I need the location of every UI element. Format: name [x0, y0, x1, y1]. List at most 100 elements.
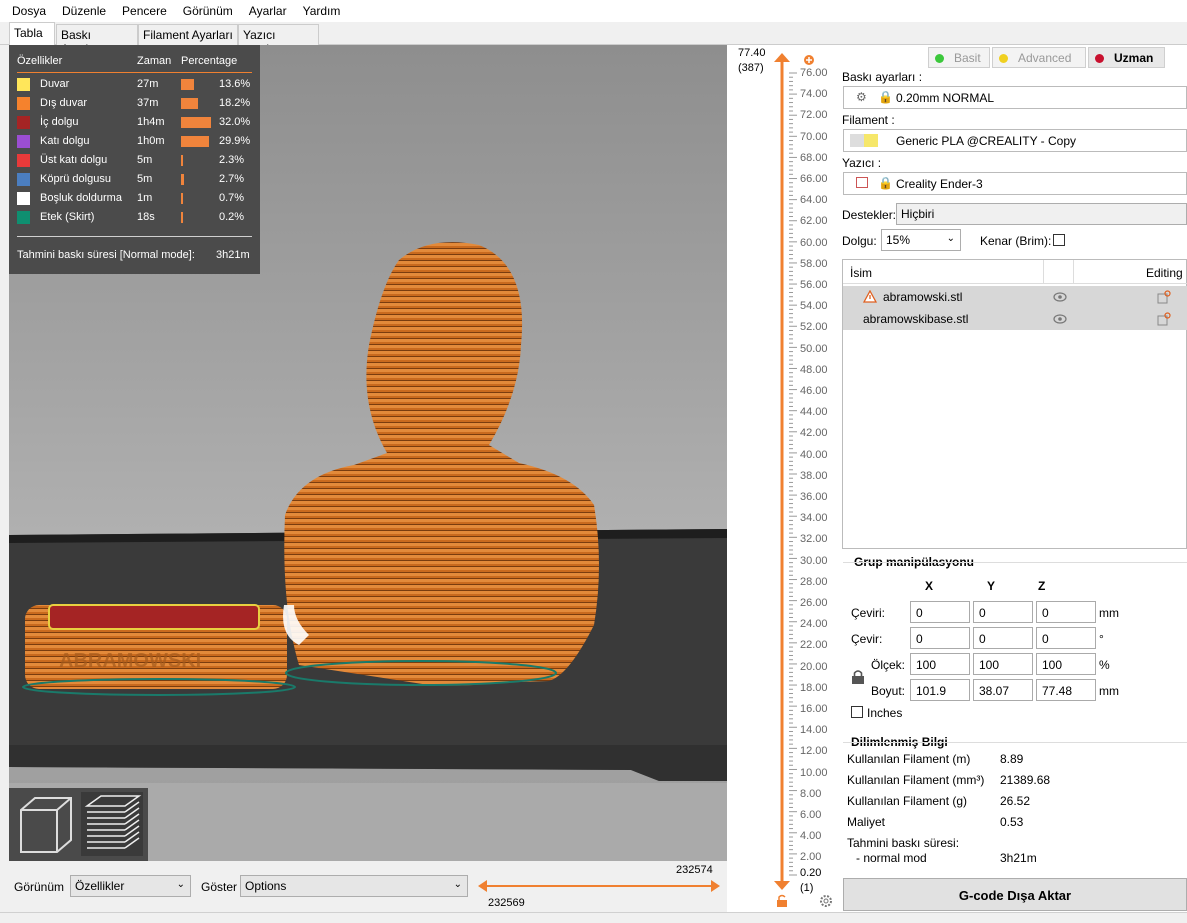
size-x-input[interactable]: 101.9	[910, 679, 970, 701]
object-list-item[interactable]: abramowski.stl	[843, 286, 1187, 308]
infill-select[interactable]: 15% ⌄	[881, 229, 961, 251]
edit-icon[interactable]	[1157, 290, 1171, 304]
legend-feature-name: Katı dolgu	[40, 135, 90, 147]
layer-tick-label: 20.00	[800, 660, 828, 673]
3d-view-button[interactable]	[15, 792, 77, 856]
scale-z-input[interactable]: 100	[1036, 653, 1096, 675]
rotate-y-input[interactable]: 0	[973, 627, 1033, 649]
object-list-name-header[interactable]: İsim	[850, 266, 872, 280]
tab-print-settings[interactable]: Baskı Ayarları	[56, 24, 138, 56]
legend-row: İç dolgu 1h4m 32.0%	[9, 113, 260, 132]
sliced-info-value: 8.89	[1000, 752, 1024, 766]
layers-icon	[84, 795, 142, 849]
layer-tick-label: 44.00	[800, 406, 828, 419]
mode-advanced-button[interactable]: Advanced	[992, 47, 1086, 68]
model-base[interactable]: ABRAMOWSKI	[22, 604, 296, 696]
brim-checkbox[interactable]	[1053, 234, 1065, 246]
supports-select[interactable]: Hiçbiri	[896, 203, 1187, 225]
slider-right-thumb-icon[interactable]	[711, 880, 720, 892]
size-unit: mm	[1099, 684, 1119, 698]
layer-tick-label: 24.00	[800, 618, 828, 631]
object-list-item[interactable]: abramowskibase.stl	[843, 308, 1187, 330]
3d-preview-viewport[interactable]: ABRAMOWSKI Özellikler Zaman Percentage D…	[9, 45, 727, 861]
tab-printer-settings[interactable]: Yazıcı ayarları	[238, 24, 319, 56]
rotate-x-input[interactable]: 0	[910, 627, 970, 649]
gear-icon[interactable]	[819, 894, 833, 908]
translate-x-input[interactable]: 0	[910, 601, 970, 623]
menu-bar: Dosya Düzenle Pencere Görünüm Ayarlar Ya…	[0, 0, 1187, 22]
object-list-editing-header[interactable]: Editing	[1146, 266, 1183, 280]
menu-edit[interactable]: Düzenle	[54, 4, 114, 18]
brim-label: Kenar (Brim):	[980, 234, 1052, 248]
layer-tick-label: 16.00	[800, 703, 828, 715]
layer-tick-label: 14.00	[800, 724, 828, 737]
size-y-input[interactable]: 38.07	[973, 679, 1033, 701]
layer-tick-label: 50.00	[800, 342, 828, 355]
layers-view-button[interactable]	[81, 792, 143, 856]
rotate-unit: °	[1099, 632, 1104, 646]
legend-percentage-bar	[181, 155, 183, 166]
legend-row: Boşluk doldurma 1m 0.7%	[9, 189, 260, 208]
edit-icon[interactable]	[1157, 312, 1171, 326]
rotate-z-input[interactable]: 0	[1036, 627, 1096, 649]
legend-percentage-bar	[181, 212, 183, 223]
horizontal-move-slider[interactable]	[478, 878, 723, 894]
filament-select[interactable]: Generic PLA @CREALITY - Copy	[843, 129, 1187, 152]
lock-icon[interactable]	[775, 894, 789, 908]
legend-feature-time: 1h0m	[137, 135, 165, 147]
menu-settings[interactable]: Ayarlar	[241, 4, 295, 18]
layer-tick-label: 70.00	[800, 130, 828, 143]
legend-feature-name: Köprü dolgusu	[40, 173, 111, 185]
legend-feature-name: İç dolgu	[40, 116, 79, 128]
layer-tick-label: 12.00	[800, 745, 828, 758]
layer-tick-label: 32.00	[800, 533, 828, 546]
eye-icon[interactable]	[1053, 314, 1067, 324]
view-type-select[interactable]: Özellikler ⌄	[70, 875, 191, 897]
sliced-info-value: 26.52	[1000, 794, 1031, 808]
h-slider-right-value: 232574	[676, 864, 713, 876]
printer-select[interactable]: 🔒 Creality Ender-3	[843, 172, 1187, 195]
show-options-select[interactable]: Options ⌄	[240, 875, 468, 897]
legend-percentage-bar	[181, 193, 183, 204]
inches-checkbox[interactable]	[851, 706, 863, 718]
object-list: İsim Editing abramowski.stl abramowskibas…	[842, 259, 1187, 549]
translate-y-input[interactable]: 0	[973, 601, 1033, 623]
lock-icon[interactable]	[851, 669, 865, 685]
legend-percentage-bar	[181, 117, 211, 128]
translate-z-input[interactable]: 0	[1036, 601, 1096, 623]
layer-tick-label: 6.00	[800, 809, 822, 821]
print-settings-select[interactable]: ⚙ 🔒 0.20mm NORMAL	[843, 86, 1187, 109]
legend-feature-percent: 2.3%	[219, 154, 245, 166]
tab-plater[interactable]: Tabla	[9, 22, 55, 46]
menu-view[interactable]: Görünüm	[175, 4, 241, 18]
slider-top-thumb-icon[interactable]	[774, 53, 790, 62]
scale-x-input[interactable]: 100	[910, 653, 970, 675]
export-gcode-button[interactable]: G-code Dışa Aktar	[843, 878, 1187, 911]
menu-file[interactable]: Dosya	[4, 4, 54, 18]
slider-left-thumb-icon[interactable]	[478, 880, 487, 892]
legend-header: Özellikler Zaman Percentage	[17, 53, 252, 73]
model-bust[interactable]	[283, 242, 599, 686]
legend-feature-time: 27m	[137, 78, 159, 90]
legend-color-swatch	[17, 97, 30, 110]
legend-panel: Özellikler Zaman Percentage Duvar 27m 13.6…	[9, 45, 260, 274]
scale-y-input[interactable]: 100	[973, 653, 1033, 675]
eye-icon[interactable]	[1053, 292, 1067, 302]
layer-tick-label: 64.00	[800, 194, 828, 207]
filament-color-swatch	[850, 134, 878, 147]
legend-header-feature: Özellikler	[17, 55, 63, 67]
mode-basit-button[interactable]: Basit	[928, 47, 990, 68]
gear-icon: ⚙	[856, 90, 867, 104]
infill-label: Dolgu:	[842, 234, 877, 248]
legend-feature-name: Dış duvar	[40, 97, 88, 109]
tab-filament-settings[interactable]: Filament Ayarları	[138, 24, 238, 45]
size-z-input[interactable]: 77.48	[1036, 679, 1096, 701]
legend-feature-time: 5m	[137, 173, 153, 185]
menu-window[interactable]: Pencere	[114, 4, 175, 18]
infill-value: 15%	[886, 233, 911, 247]
mode-uzman-button[interactable]: Uzman	[1088, 47, 1165, 68]
show-label: Göster	[201, 880, 238, 894]
menu-help[interactable]: Yardım	[295, 4, 349, 18]
slider-bottom-thumb-icon[interactable]	[774, 881, 790, 890]
legend-percentage-bar	[181, 79, 194, 90]
